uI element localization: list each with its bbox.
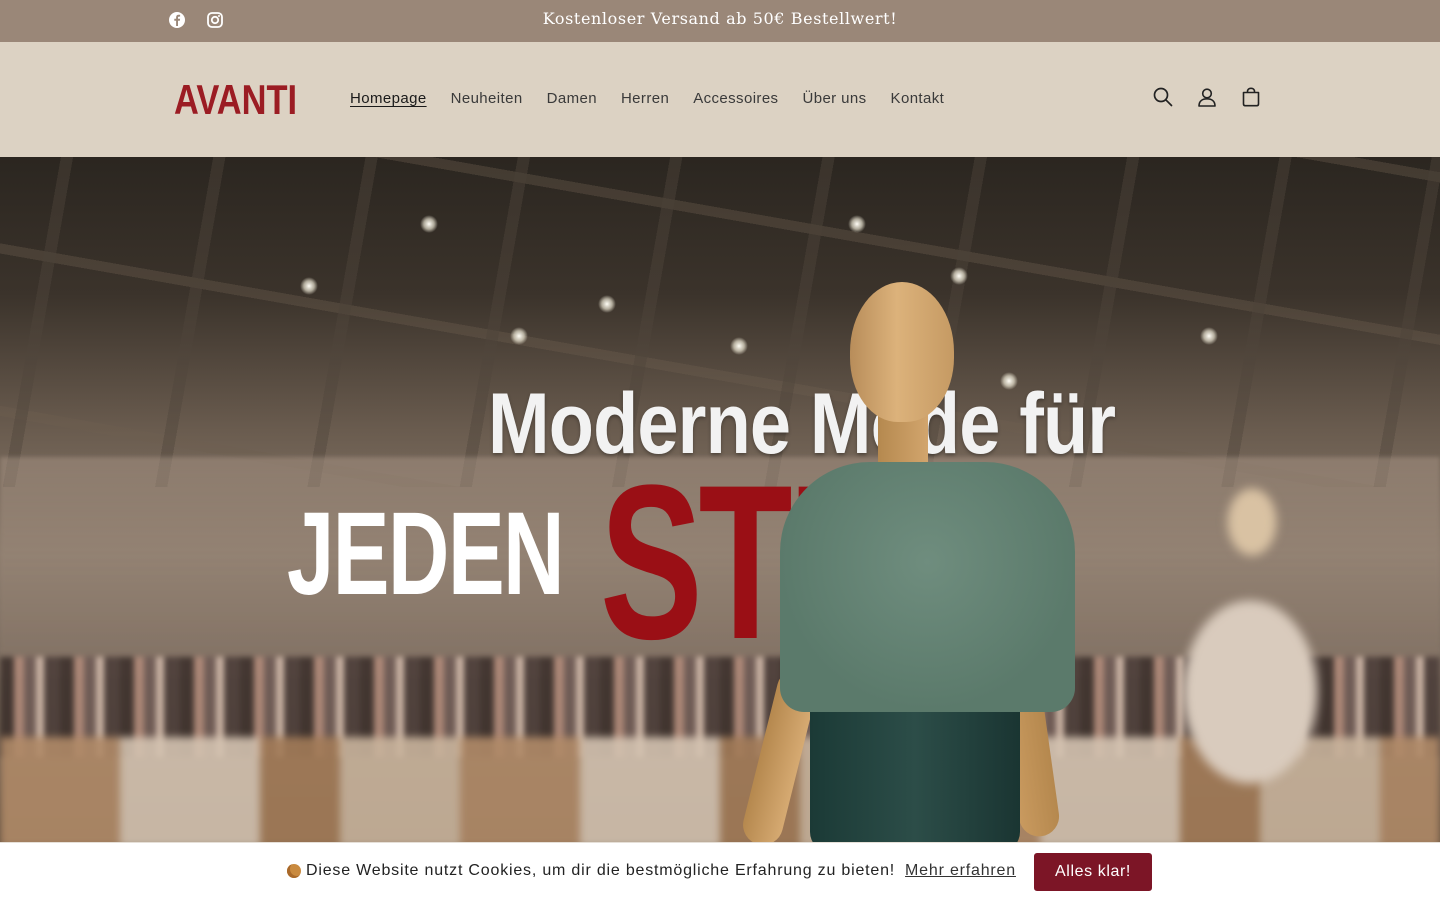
cart-icon[interactable]	[1240, 86, 1262, 108]
nav-item-herren[interactable]: Herren	[621, 90, 669, 108]
nav-item-accessoires[interactable]: Accessoires	[693, 90, 778, 108]
hero-subheadline-jeden: JEDEN	[287, 488, 565, 620]
search-icon[interactable]	[1152, 86, 1174, 108]
cookie-accept-button[interactable]: Alles klar!	[1034, 853, 1152, 891]
site-header: AVANTI Homepage Neuheiten Damen Herren A…	[0, 42, 1440, 157]
cookie-learn-more-link[interactable]: Mehr erfahren	[905, 862, 1016, 880]
account-icon[interactable]	[1196, 86, 1218, 108]
nav-item-damen[interactable]: Damen	[547, 90, 597, 108]
announcement-bar: Kostenloser Versand ab 50€ Bestellwert!	[0, 0, 1440, 42]
background-mannequin	[1140, 482, 1360, 842]
announcement-message: Kostenloser Versand ab 50€ Bestellwert!	[542, 9, 898, 28]
header-icons	[1152, 86, 1262, 108]
main-nav: Homepage Neuheiten Damen Herren Accessoi…	[350, 90, 968, 108]
hero-banner[interactable]: Moderne Mode für JEDEN STIL	[0, 157, 1440, 842]
cookie-icon	[287, 864, 301, 878]
site-logo[interactable]: AVANTI	[174, 78, 297, 122]
cookie-banner: Diese Website nutzt Cookies, um dir die …	[0, 842, 1440, 900]
nav-item-kontakt[interactable]: Kontakt	[891, 90, 945, 108]
nav-item-ueber-uns[interactable]: Über uns	[802, 90, 866, 108]
nav-item-homepage[interactable]: Homepage	[350, 90, 427, 108]
cookie-message: Diese Website nutzt Cookies, um dir die …	[306, 862, 896, 879]
foreground-mannequin	[738, 282, 1090, 842]
nav-item-neuheiten[interactable]: Neuheiten	[451, 90, 523, 108]
